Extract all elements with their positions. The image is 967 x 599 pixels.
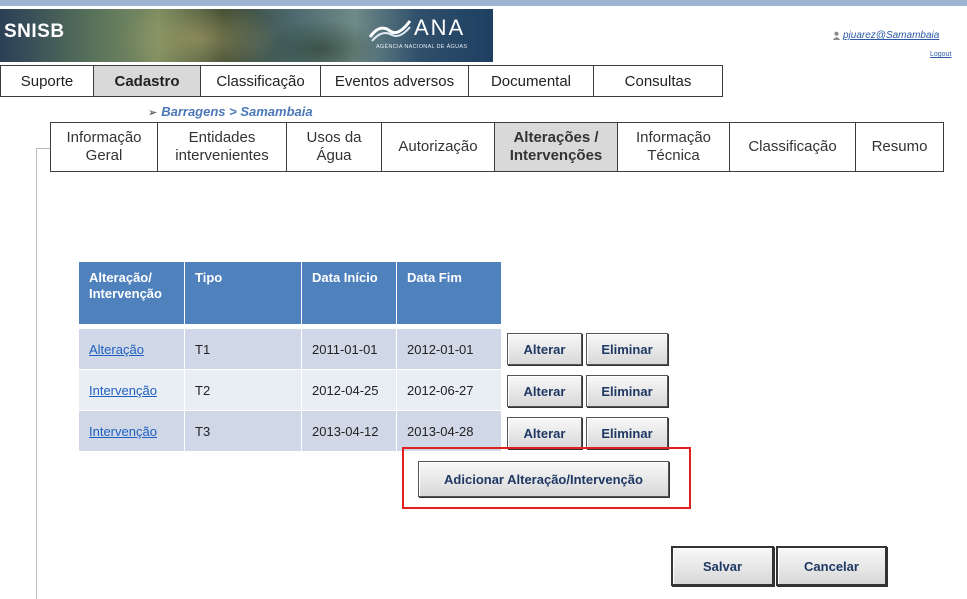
subtab-usos-da-agua[interactable]: Usos da Água — [286, 122, 381, 172]
tab-classificacao[interactable]: Classificação — [200, 65, 320, 97]
cancel-button[interactable]: Cancelar — [776, 546, 887, 586]
row-data-fim: 2012-01-01 — [397, 329, 501, 369]
ana-logo: ANA AGÊNCIA NACIONAL DE ÁGUAS — [368, 13, 488, 58]
column-header-data-fim: Data Fim — [397, 262, 501, 324]
table-row: Intervenção T3 2013-04-12 2013-04-28 — [79, 411, 501, 451]
row-link[interactable]: Alteração — [89, 342, 144, 357]
user-icon — [832, 31, 841, 40]
alterar-button[interactable]: Alterar — [507, 417, 582, 449]
subtab-autorizacao[interactable]: Autorização — [381, 122, 494, 172]
alterar-button[interactable]: Alterar — [507, 375, 582, 407]
eliminar-button[interactable]: Eliminar — [586, 333, 668, 365]
subtab-entidades-intervenientes[interactable]: Entidades intervenientes — [157, 122, 286, 172]
user-link[interactable]: pjuarez@Samambaia — [843, 30, 939, 41]
column-header-data-inicio: Data Início — [302, 262, 396, 324]
sub-nav: Informação Geral Entidades interveniente… — [50, 122, 944, 172]
eliminar-button[interactable]: Eliminar — [586, 375, 668, 407]
column-header-name: Alteração/ Intervenção — [79, 262, 184, 324]
subtab-alteracoes-intervencoes[interactable]: Alterações / Intervenções — [494, 122, 617, 172]
header-banner: SNISB ANA AGÊNCIA NACIONAL DE ÁGUAS — [0, 9, 493, 62]
ana-logo-text: ANA — [414, 15, 466, 40]
row-data-fim: 2013-04-28 — [397, 411, 501, 451]
subtab-classificacao[interactable]: Classificação — [729, 122, 855, 172]
table-row: Alteração T1 2011-01-01 2012-01-01 — [79, 329, 501, 369]
main-nav: Suporte Cadastro Classificação Eventos a… — [0, 65, 723, 97]
row-tipo: T2 — [185, 370, 301, 410]
row-data-fim: 2012-06-27 — [397, 370, 501, 410]
column-header-tipo: Tipo — [185, 262, 301, 324]
table-row: Intervenção T2 2012-04-25 2012-06-27 — [79, 370, 501, 410]
row-name-cell: Intervenção — [79, 370, 184, 410]
row-data-inicio: 2011-01-01 — [302, 329, 396, 369]
row-data-inicio: 2013-04-12 — [302, 411, 396, 451]
row-tipo: T1 — [185, 329, 301, 369]
subtab-resumo[interactable]: Resumo — [855, 122, 944, 172]
tab-consultas[interactable]: Consultas — [593, 65, 723, 97]
ana-logo-subtitle: AGÊNCIA NACIONAL DE ÁGUAS — [376, 44, 468, 50]
tab-suporte[interactable]: Suporte — [0, 65, 93, 97]
tab-cadastro[interactable]: Cadastro — [93, 65, 200, 97]
row-data-inicio: 2012-04-25 — [302, 370, 396, 410]
row-name-cell: Intervenção — [79, 411, 184, 451]
top-accent-bar — [0, 0, 967, 6]
ana-wave-icon — [368, 20, 412, 42]
subtab-informacao-tecnica[interactable]: Informação Técnica — [617, 122, 729, 172]
subtab-informacao-geral[interactable]: Informação Geral — [50, 122, 157, 172]
row-tipo: T3 — [185, 411, 301, 451]
logout-link[interactable]: Logout — [930, 51, 951, 58]
breadcrumb: ➢ Barragens > Samambaia — [148, 104, 313, 119]
row-link[interactable]: Intervenção — [89, 424, 157, 439]
add-intervention-button[interactable]: Adicionar Alteração/Intervenção — [418, 461, 669, 497]
breadcrumb-arrow-icon: ➢ — [148, 107, 158, 119]
alterar-button[interactable]: Alterar — [507, 333, 582, 365]
eliminar-button[interactable]: Eliminar — [586, 417, 668, 449]
user-area: pjuarez@Samambaia — [832, 30, 939, 41]
app-name: SNISB — [4, 21, 65, 42]
tab-eventos-adversos[interactable]: Eventos adversos — [320, 65, 468, 97]
row-name-cell: Alteração — [79, 329, 184, 369]
row-link[interactable]: Intervenção — [89, 383, 157, 398]
tab-documental[interactable]: Documental — [468, 65, 593, 97]
breadcrumb-text: Barragens > Samambaia — [161, 104, 313, 119]
content-frame — [36, 148, 37, 599]
save-button[interactable]: Salvar — [671, 546, 774, 586]
